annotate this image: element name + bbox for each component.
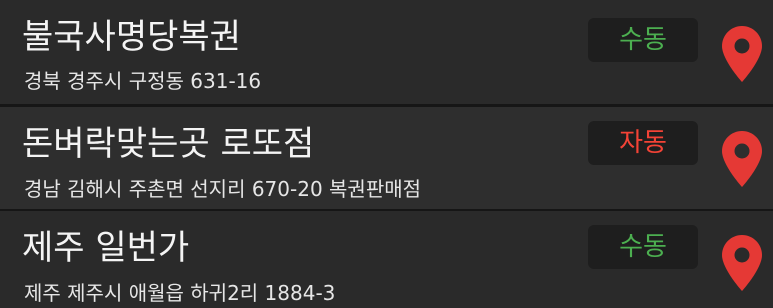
purchase-type-badge: 수동 — [588, 225, 698, 269]
purchase-type-badge: 자동 — [588, 121, 698, 165]
store-address: 제주 제주시 애월읍 하귀2리 1884-3 — [24, 281, 336, 305]
purchase-type-badge: 수동 — [588, 18, 698, 62]
store-list-item[interactable]: 제주 일번가 제주 제주시 애월읍 하귀2리 1884-3 수동 — [0, 211, 773, 308]
store-name: 돈벼락맞는곳 로또점 — [22, 124, 315, 164]
store-list-item[interactable]: 불국사명당복권 경북 경주시 구정동 631-16 수동 — [0, 0, 773, 104]
map-marker-icon[interactable] — [720, 233, 764, 293]
map-marker-icon[interactable] — [720, 24, 764, 84]
store-address: 경북 경주시 구정동 631-16 — [24, 69, 262, 93]
store-address: 경남 김해시 주촌면 선지리 670-20 복권판매점 — [24, 177, 422, 201]
store-list: 불국사명당복권 경북 경주시 구정동 631-16 수동 돈벼락맞는곳 로또점 … — [0, 0, 773, 308]
map-marker-icon[interactable] — [720, 129, 764, 189]
store-name: 불국사명당복권 — [22, 17, 241, 57]
store-name: 제주 일번가 — [22, 228, 190, 268]
store-list-item[interactable]: 돈벼락맞는곳 로또점 경남 김해시 주촌면 선지리 670-20 복권판매점 자… — [0, 107, 773, 209]
